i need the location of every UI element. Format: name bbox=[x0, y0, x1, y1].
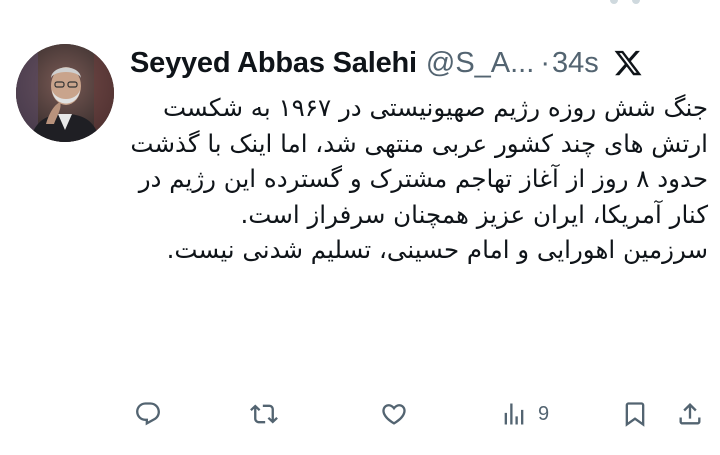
share-button[interactable] bbox=[676, 396, 704, 432]
author-handle[interactable]: @S_A... bbox=[426, 47, 534, 80]
share-icon bbox=[676, 400, 704, 428]
repost-icon bbox=[250, 400, 278, 428]
tweet-paragraph: سرزمین اهورایی و امام حسینی، تسلیم شدنی … bbox=[166, 235, 708, 264]
tweet-actions: 9 bbox=[130, 396, 710, 432]
views-icon bbox=[500, 400, 528, 428]
fragment-dot bbox=[610, 0, 618, 4]
fragment-dot bbox=[632, 0, 640, 4]
views-button[interactable]: 9 bbox=[500, 396, 549, 432]
author-name[interactable]: Seyyed Abbas Salehi bbox=[130, 47, 417, 80]
heart-icon bbox=[380, 400, 408, 428]
repost-button[interactable] bbox=[250, 396, 278, 432]
bookmark-icon bbox=[621, 400, 649, 428]
tweet-paragraph: جنگ شش روزه رژیم صهیونیستی در ۱۹۶۷ به شک… bbox=[130, 93, 708, 229]
meta-separator: · bbox=[540, 46, 550, 79]
avatar-image bbox=[16, 44, 114, 142]
bookmark-button[interactable] bbox=[621, 396, 649, 432]
tweet-header: Seyyed Abbas Salehi @S_A... · 34s bbox=[130, 40, 710, 86]
tweet-text: جنگ شش روزه رژیم صهیونیستی در ۱۹۶۷ به شک… bbox=[130, 90, 708, 268]
post-timestamp[interactable]: 34s bbox=[552, 47, 599, 80]
avatar[interactable] bbox=[16, 44, 114, 142]
like-button[interactable] bbox=[380, 396, 408, 432]
views-count: 9 bbox=[538, 402, 550, 425]
previous-post-fragment bbox=[610, 0, 650, 6]
x-logo-icon bbox=[613, 48, 643, 78]
reply-icon bbox=[134, 400, 162, 428]
reply-button[interactable] bbox=[134, 396, 162, 432]
